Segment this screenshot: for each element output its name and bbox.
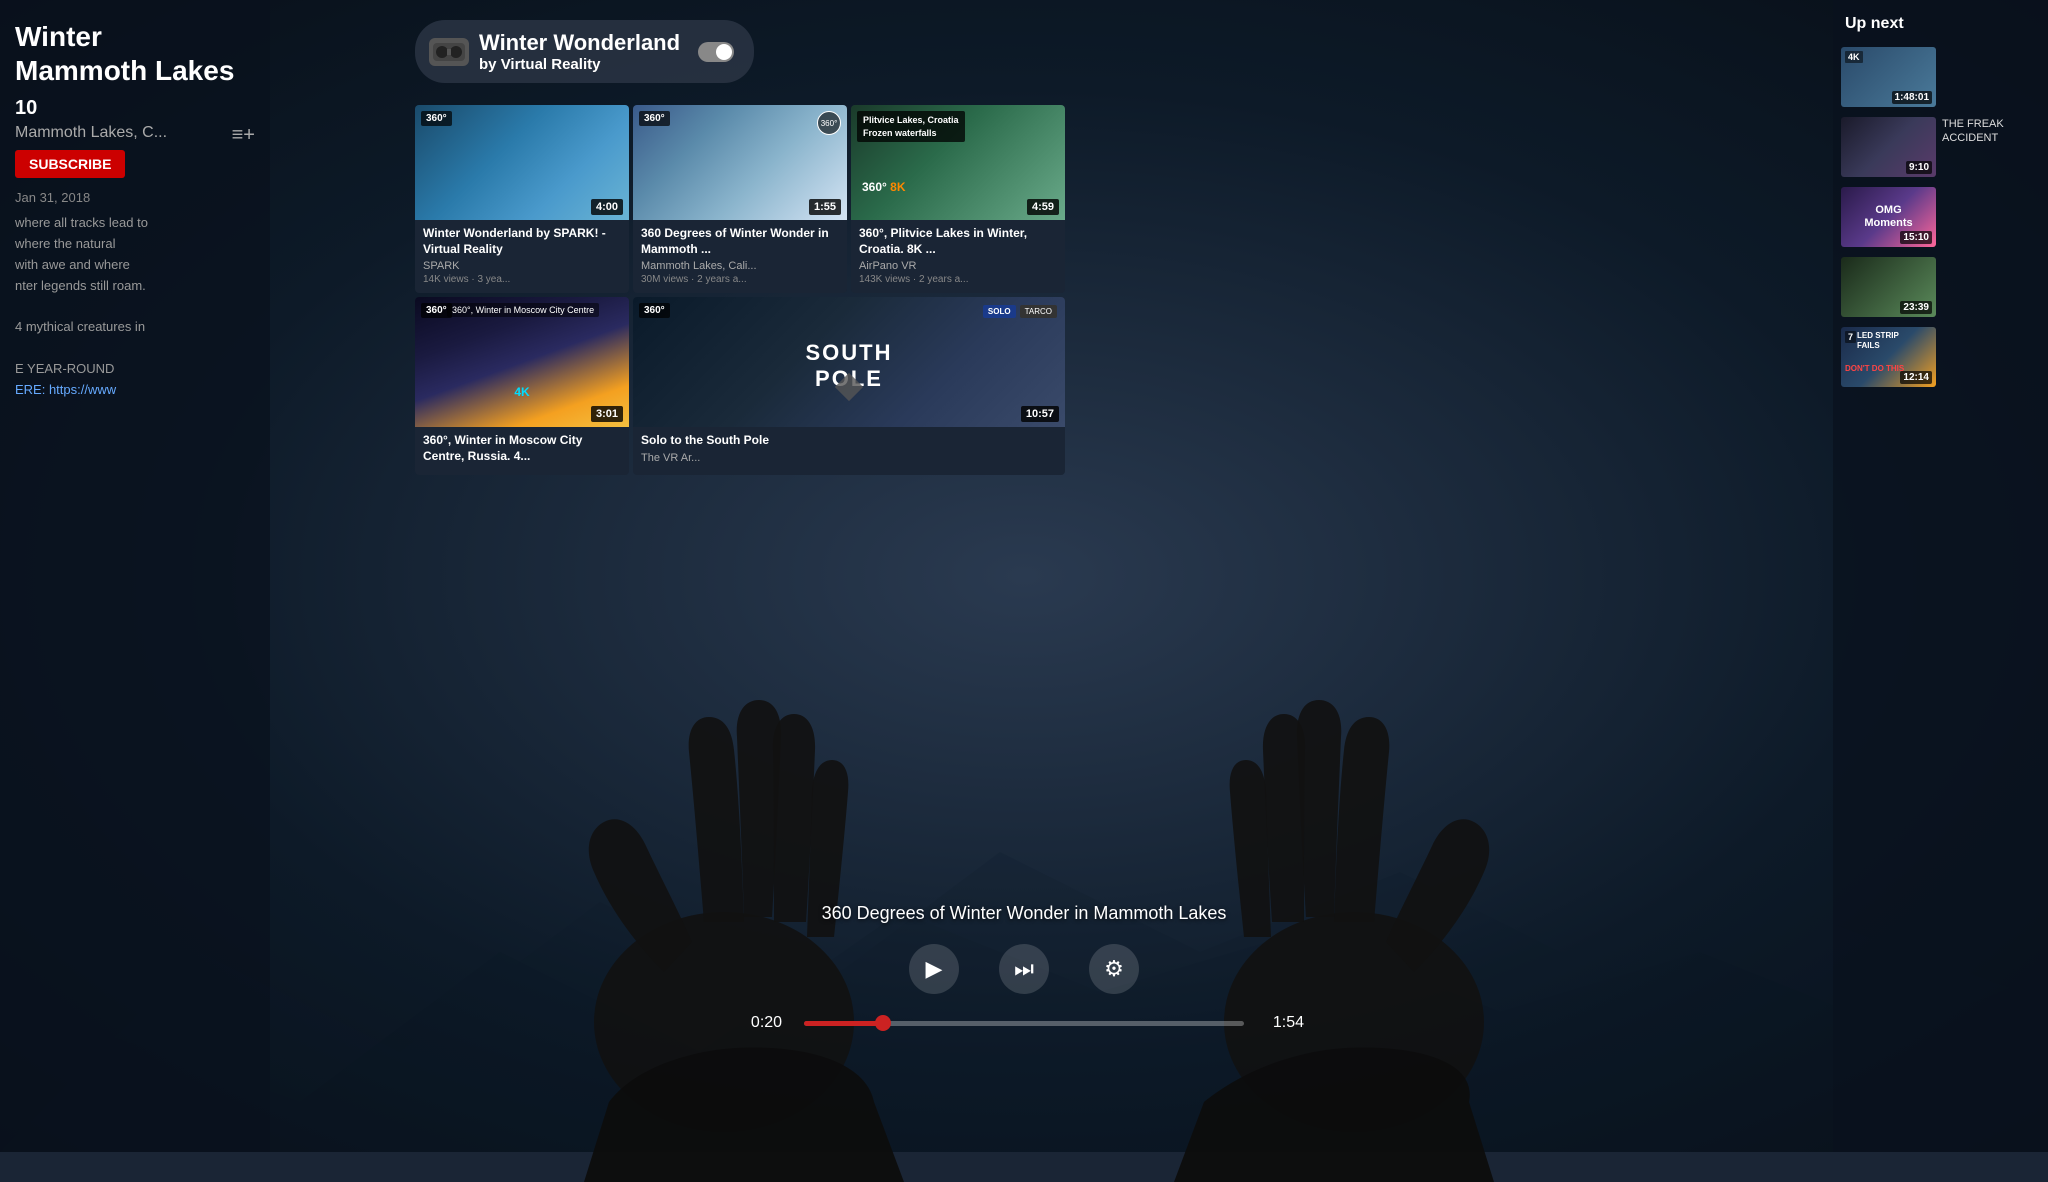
- video-info-3: 360°, Plitvice Lakes in Winter, Croatia.…: [851, 220, 1065, 293]
- right-video-item-4[interactable]: 23:39: [1833, 253, 2048, 321]
- right-video-item-5[interactable]: 7 LED STRIPFAILS DON'T DO THIS 12:14: [1833, 323, 2048, 391]
- moscow-overlay-label: 360°, Winter in Moscow City Centre: [447, 303, 599, 317]
- progress-handle[interactable]: [875, 1015, 891, 1031]
- badge-360-v1: 360°: [421, 111, 452, 126]
- now-playing-bar: 360 Degrees of Winter Wonder in Mammoth …: [724, 903, 1324, 1032]
- video-meta-2: 30M views · 2 years a...: [641, 274, 839, 285]
- video-card-4[interactable]: 360° 360°, Winter in Moscow City Centre …: [415, 297, 629, 475]
- next-button[interactable]: ⏭: [999, 944, 1049, 994]
- video-thumb-3: Plitvice Lakes, CroatiaFrozen waterfalls…: [851, 105, 1065, 220]
- right-video-item-3[interactable]: 15:10 OMGMoments: [1833, 183, 2048, 251]
- right-video-item-1[interactable]: 4K 1:48:01: [1833, 43, 2048, 111]
- right-video-info-4: [1942, 257, 2040, 317]
- right-thumb-4: 23:39: [1841, 257, 1936, 317]
- badge-360-v5: 360°: [639, 303, 670, 318]
- left-sidebar: WinterMammoth Lakes 10 ≡+ Mammoth Lakes,…: [0, 0, 270, 1152]
- channel-name: Mammoth Lakes, C...: [15, 124, 167, 142]
- vr-subtitle: by Virtual Reality: [479, 56, 680, 73]
- progress-fill: [804, 1021, 883, 1026]
- total-time: 1:54: [1259, 1014, 1304, 1032]
- sidebar-count: 10: [15, 97, 255, 120]
- video-channel-2: Mammoth Lakes, Cali...: [641, 260, 839, 272]
- vr-title: Winter Wonderland: [479, 30, 680, 56]
- progress-bar-container: 0:20 1:54: [724, 1014, 1324, 1032]
- duration-v1: 4:00: [591, 199, 623, 215]
- video-thumb-4: 360° 360°, Winter in Moscow City Centre …: [415, 297, 629, 427]
- duration-v5: 10:57: [1021, 406, 1059, 422]
- right-thumb-5: 7 LED STRIPFAILS DON'T DO THIS 12:14: [1841, 327, 1936, 387]
- video-meta-3: 143K views · 2 years a...: [859, 274, 1057, 285]
- player-controls: ▶ ⏭ ⚙: [724, 944, 1324, 994]
- video-card-3[interactable]: Plitvice Lakes, CroatiaFrozen waterfalls…: [851, 105, 1065, 293]
- video-channel-3: AirPano VR: [859, 260, 1057, 272]
- right-sidebar-header: Up next: [1833, 10, 2048, 43]
- video-card-2[interactable]: 360° 360° 1:55 360 Degrees of Winter Won…: [633, 105, 847, 293]
- duration-v2: 1:55: [809, 199, 841, 215]
- video-title-1: Winter Wonderland by SPARK! - Virtual Re…: [423, 226, 621, 257]
- current-time: 0:20: [744, 1014, 789, 1032]
- sidebar-title: WinterMammoth Lakes: [15, 20, 255, 87]
- vr-icon: [429, 38, 469, 66]
- sidebar-date: Jan 31, 2018: [15, 190, 255, 205]
- badge-360-v3: 360° 8K: [857, 178, 911, 196]
- video-grid: 360° 4:00 Winter Wonderland by SPARK! - …: [415, 105, 1065, 475]
- progress-track[interactable]: [804, 1021, 1244, 1026]
- settings-button[interactable]: ⚙: [1089, 944, 1139, 994]
- right-thumb-1: 4K 1:48:01: [1841, 47, 1936, 107]
- vr-header-badge: Winter Wonderland by Virtual Reality: [415, 20, 754, 83]
- vr-title-block: Winter Wonderland by Virtual Reality: [479, 30, 680, 73]
- right-video-info-3: [1942, 187, 2040, 247]
- video-info-4: 360°, Winter in Moscow City Centre, Russ…: [415, 427, 629, 475]
- video-title-4: 360°, Winter in Moscow City Centre, Russ…: [423, 433, 621, 464]
- settings-icon: ⚙: [1104, 956, 1124, 982]
- duration-v3: 4:59: [1027, 199, 1059, 215]
- video-thumb-2: 360° 360° 1:55: [633, 105, 847, 220]
- vr-toggle[interactable]: [698, 42, 734, 62]
- video-card-1[interactable]: 360° 4:00 Winter Wonderland by SPARK! - …: [415, 105, 629, 293]
- right-thumb-3: 15:10 OMGMoments: [1841, 187, 1936, 247]
- duration-v4: 3:01: [591, 406, 623, 422]
- add-playlist-button[interactable]: ≡+: [232, 124, 255, 147]
- video-thumb-1: 360° 4:00: [415, 105, 629, 220]
- subscribe-button[interactable]: SUBSCRIBE: [15, 150, 125, 178]
- right-sidebar: Up next 4K 1:48:01 9:10 THE FREAK ACCIDE…: [1833, 0, 2048, 1152]
- right-video-info-1: [1942, 47, 2040, 107]
- sidebar-description: where all tracks lead to where the natur…: [15, 213, 255, 400]
- video-meta-1: 14K views · 3 yea...: [423, 274, 621, 285]
- right-thumb-2: 9:10: [1841, 117, 1936, 177]
- video-info-1: Winter Wonderland by SPARK! - Virtual Re…: [415, 220, 629, 293]
- sidebar-link[interactable]: ERE: https://www: [15, 380, 255, 401]
- now-playing-title: 360 Degrees of Winter Wonder in Mammoth …: [724, 903, 1324, 924]
- video-title-3: 360°, Plitvice Lakes in Winter, Croatia.…: [859, 226, 1057, 257]
- video-title-2: 360 Degrees of Winter Wonder in Mammoth …: [641, 226, 839, 257]
- southpole-logos: SOLO TARCO: [983, 305, 1057, 318]
- play-icon: ▶: [926, 956, 943, 982]
- video-channel-5: The VR Ar...: [641, 452, 1057, 464]
- right-video-info-2: THE FREAK ACCIDENT: [1942, 117, 2040, 177]
- channel-row: Mammoth Lakes, C...: [15, 124, 232, 142]
- next-icon: ⏭: [1014, 956, 1034, 982]
- play-button[interactable]: ▶: [909, 944, 959, 994]
- video-card-5[interactable]: 360° SOLO TARCO SOUTH POLE 10:57 Solo to…: [633, 297, 1065, 475]
- video-title-5: Solo to the South Pole: [641, 433, 1057, 449]
- badge-360-v2: 360°: [639, 111, 670, 126]
- plitvice-label: Plitvice Lakes, CroatiaFrozen waterfalls: [857, 111, 965, 142]
- right-badge-4k: 4K: [1845, 51, 1863, 63]
- video-info-5: Solo to the South Pole The VR Ar...: [633, 427, 1065, 474]
- video-info-2: 360 Degrees of Winter Wonder in Mammoth …: [633, 220, 847, 293]
- video-thumb-5: 360° SOLO TARCO SOUTH POLE 10:57: [633, 297, 1065, 427]
- badge-360-circle-v2: 360°: [817, 111, 841, 135]
- right-video-info-5: [1942, 327, 2040, 387]
- right-video-item-2[interactable]: 9:10 THE FREAK ACCIDENT: [1833, 113, 2048, 181]
- badge-4k-v4: 4K: [514, 383, 529, 399]
- video-channel-1: SPARK: [423, 260, 621, 272]
